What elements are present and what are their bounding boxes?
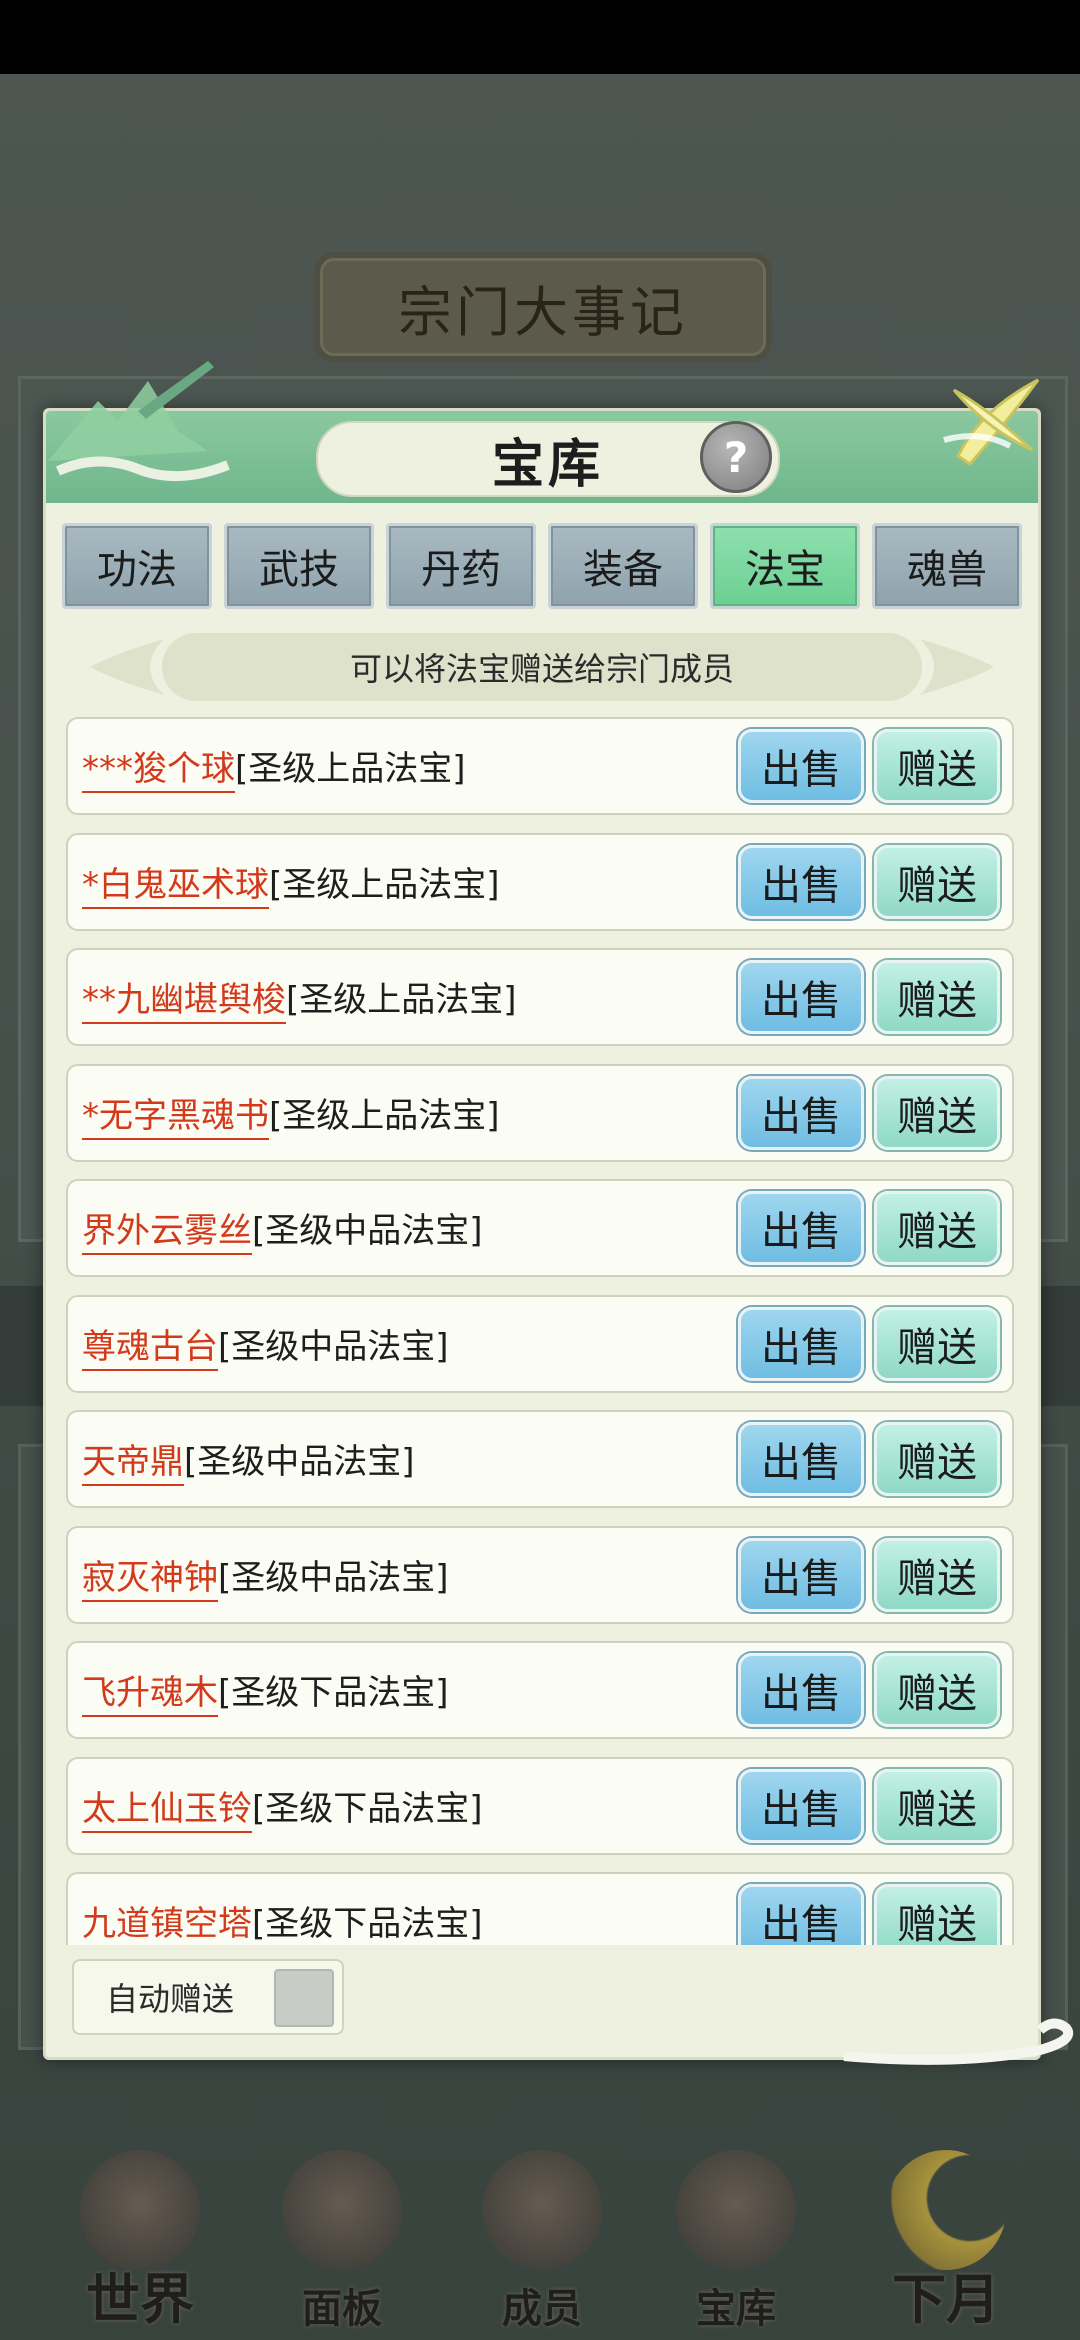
mountain-sword-icon (48, 361, 230, 482)
event-log-title: 宗门大事记 (398, 280, 688, 344)
item-name-link[interactable]: 寂灭神钟 (82, 1558, 218, 1602)
nav-treasury[interactable]: 宝库 (636, 2140, 836, 2340)
gift-button[interactable]: 赠送 (874, 960, 1000, 1034)
list-item: 飞升魂木[圣级下品法宝] 出售 赠送 (66, 1641, 1014, 1739)
gift-button[interactable]: 赠送 (874, 845, 1000, 919)
sell-button[interactable]: 出售 (738, 729, 864, 803)
gift-button[interactable]: 赠送 (874, 729, 1000, 803)
auto-gift-toggle[interactable]: 自动赠送 (72, 1959, 344, 2035)
gift-button[interactable]: 赠送 (874, 1191, 1000, 1265)
item-grade: [圣级中品法宝] (218, 1558, 449, 1598)
tab-martial-skills[interactable]: 武技 (224, 523, 374, 609)
item-grade: [圣级中品法宝] (218, 1327, 449, 1367)
list-item: *无字黑魂书[圣级上品法宝] 出售 赠送 (66, 1064, 1014, 1162)
gift-button[interactable]: 赠送 (874, 1422, 1000, 1496)
treasury-modal: 宝库 ? 功法 武技 丹药 装备 法宝 魂兽 可以将法宝赠送给宗门成员 ***狻… (43, 361, 1041, 2060)
hint-banner: 可以将法宝赠送给宗门成员 (162, 633, 922, 701)
auto-gift-checkbox[interactable] (274, 1969, 334, 2027)
item-name-link[interactable]: *白鬼巫术球 (82, 865, 269, 909)
sell-button[interactable]: 出售 (738, 1538, 864, 1612)
help-button[interactable]: ? (700, 421, 772, 493)
gift-button[interactable]: 赠送 (874, 1307, 1000, 1381)
auto-gift-label: 自动赠送 (106, 1980, 235, 2018)
item-name-link[interactable]: **九幽堪舆梭 (82, 980, 286, 1024)
nav-treasury-label: 宝库 (696, 2285, 776, 2332)
list-item: 尊魂古台[圣级中品法宝] 出售 赠送 (66, 1295, 1014, 1393)
item-grade: [圣级下品法宝] (218, 1673, 449, 1713)
sell-button[interactable]: 出售 (738, 1769, 864, 1843)
cloud-swirl-ornament (843, 2018, 1074, 2065)
gift-button[interactable]: 赠送 (874, 1076, 1000, 1150)
list-item: 天帝鼎[圣级中品法宝] 出售 赠送 (66, 1410, 1014, 1508)
close-icon[interactable] (940, 370, 1050, 470)
moon-icon (886, 2150, 1006, 2270)
nav-panel[interactable]: 面板 (242, 2140, 442, 2340)
nav-members[interactable]: 成员 (442, 2140, 642, 2340)
list-item: 寂灭神钟[圣级中品法宝] 出售 赠送 (66, 1526, 1014, 1624)
item-name-link[interactable]: ***狻个球 (82, 749, 235, 793)
category-tabs: 功法 武技 丹药 装备 法宝 魂兽 (62, 523, 1022, 611)
world-gate-icon (80, 2150, 200, 2270)
item-name-link[interactable]: 天帝鼎 (82, 1442, 184, 1486)
left-wing-ornament (90, 639, 164, 695)
list-item: 九道镇空塔[圣级下品法宝] 出售 赠送 (66, 1872, 1014, 1945)
panel-hall-icon (282, 2150, 402, 2270)
tab-techniques[interactable]: 功法 (62, 523, 212, 609)
gift-button[interactable]: 赠送 (874, 1884, 1000, 1945)
item-name-link[interactable]: 界外云雾丝 (82, 1211, 252, 1255)
list-item: 界外云雾丝[圣级中品法宝] 出售 赠送 (66, 1179, 1014, 1277)
sell-button[interactable]: 出售 (738, 1653, 864, 1727)
artifact-list[interactable]: ***狻个球[圣级上品法宝] 出售 赠送 *白鬼巫术球[圣级上品法宝] 出售 赠… (66, 717, 1018, 1945)
item-name-link[interactable]: 飞升魂木 (82, 1673, 218, 1717)
tab-artifacts[interactable]: 法宝 (710, 523, 860, 609)
nav-next-month[interactable]: 下月 (846, 2140, 1046, 2340)
item-name-link[interactable]: 九道镇空塔 (82, 1904, 252, 1945)
sell-button[interactable]: 出售 (738, 1307, 864, 1381)
item-name-link[interactable]: 太上仙玉铃 (82, 1789, 252, 1833)
item-grade: [圣级中品法宝] (252, 1211, 483, 1251)
tab-pills[interactable]: 丹药 (386, 523, 536, 609)
item-grade: [圣级中品法宝] (184, 1442, 415, 1482)
member-figure-icon (482, 2150, 602, 2270)
gift-button[interactable]: 赠送 (874, 1769, 1000, 1843)
sell-button[interactable]: 出售 (738, 1191, 864, 1265)
gift-button[interactable]: 赠送 (874, 1538, 1000, 1612)
nav-world[interactable]: 世界 (40, 2140, 240, 2340)
sell-button[interactable]: 出售 (738, 1076, 864, 1150)
list-item: ***狻个球[圣级上品法宝] 出售 赠送 (66, 717, 1014, 815)
sell-button[interactable]: 出售 (738, 845, 864, 919)
list-item: 太上仙玉铃[圣级下品法宝] 出售 赠送 (66, 1757, 1014, 1855)
sell-button[interactable]: 出售 (738, 1884, 864, 1945)
nav-panel-label: 面板 (302, 2285, 382, 2332)
item-grade: [圣级下品法宝] (252, 1789, 483, 1829)
tab-equipment[interactable]: 装备 (548, 523, 698, 609)
sell-button[interactable]: 出售 (738, 1422, 864, 1496)
sell-button[interactable]: 出售 (738, 960, 864, 1034)
item-grade: [圣级下品法宝] (252, 1904, 483, 1944)
item-grade: [圣级上品法宝] (269, 865, 500, 905)
nav-members-label: 成员 (502, 2285, 582, 2332)
nav-world-label: 世界 (86, 2267, 194, 2331)
list-item: **九幽堪舆梭[圣级上品法宝] 出售 赠送 (66, 948, 1014, 1046)
right-wing-ornament (920, 639, 994, 695)
item-grade: [圣级上品法宝] (269, 1096, 500, 1136)
list-item: *白鬼巫术球[圣级上品法宝] 出售 赠送 (66, 833, 1014, 931)
item-grade: [圣级上品法宝] (286, 980, 517, 1020)
nav-next-month-label: 下月 (892, 2267, 1000, 2331)
gift-button[interactable]: 赠送 (874, 1653, 1000, 1727)
status-bar (0, 0, 1080, 74)
item-name-link[interactable]: 尊魂古台 (82, 1327, 218, 1371)
tab-soul-beasts[interactable]: 魂兽 (872, 523, 1022, 609)
treasury-pagoda-icon (676, 2150, 796, 2270)
item-grade: [圣级上品法宝] (235, 749, 466, 789)
item-name-link[interactable]: *无字黑魂书 (82, 1096, 269, 1140)
event-log-banner: 宗门大事记 (320, 258, 766, 356)
bottom-nav: 世界 面板 成员 宝库 下月 (0, 2140, 1080, 2340)
